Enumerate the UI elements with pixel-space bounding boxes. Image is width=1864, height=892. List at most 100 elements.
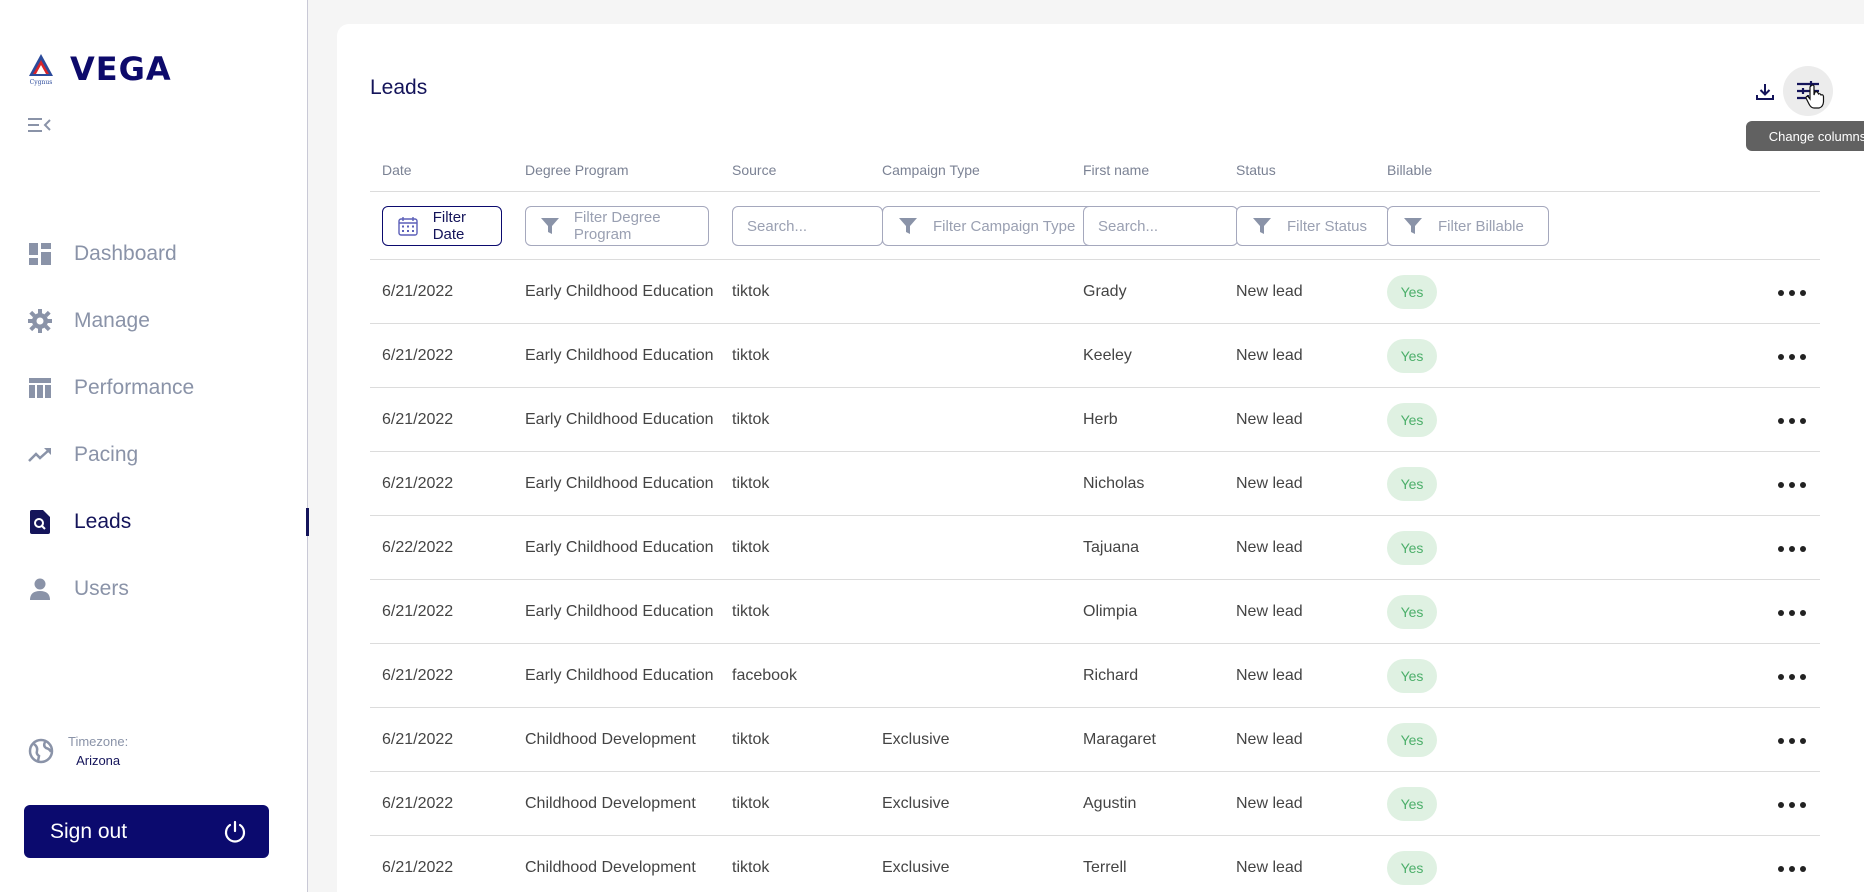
more-horizontal-icon <box>1776 475 1809 493</box>
filter-billable[interactable]: Filter Billable <box>1387 206 1549 246</box>
change-columns-button[interactable] <box>1783 66 1833 116</box>
table-row[interactable]: 6/21/2022 Early Childhood Education tikt… <box>370 452 1820 516</box>
sidebar-item-label: Dashboard <box>74 241 177 265</box>
column-header-date[interactable]: Date <box>382 162 412 178</box>
cell-degree-program: Early Childhood Education <box>525 603 714 620</box>
sign-out-button[interactable]: Sign out <box>24 805 269 858</box>
menu-collapse-icon <box>28 118 51 132</box>
table-row[interactable]: 6/21/2022 Early Childhood Education tikt… <box>370 260 1820 324</box>
cell-source: tiktok <box>732 411 770 428</box>
cell-date: 6/21/2022 <box>382 859 454 876</box>
source-search-input[interactable]: Search... <box>732 206 883 246</box>
billable-badge: Yes <box>1387 339 1437 373</box>
row-actions-button[interactable] <box>1774 406 1810 434</box>
sidebar-item-leads[interactable]: Leads <box>0 488 309 555</box>
column-header-degree-program[interactable]: Degree Program <box>525 162 629 178</box>
filter-funnel-icon <box>540 215 560 237</box>
table-body: 6/21/2022 Early Childhood Education tikt… <box>370 260 1820 892</box>
column-header-campaign-type[interactable]: Campaign Type <box>882 162 980 178</box>
row-actions-button[interactable] <box>1774 278 1810 306</box>
column-header-status[interactable]: Status <box>1236 162 1276 178</box>
billable-badge: Yes <box>1387 787 1437 821</box>
filter-campaign-type[interactable]: Filter Campaign Type <box>882 206 1094 246</box>
filter-degree-program[interactable]: Filter Degree Program <box>525 206 709 246</box>
more-horizontal-icon <box>1776 667 1809 685</box>
sign-out-label: Sign out <box>50 819 128 843</box>
sidebar-item-label: Performance <box>74 375 195 399</box>
more-horizontal-icon <box>1776 859 1809 877</box>
more-horizontal-icon <box>1776 347 1809 365</box>
filter-status[interactable]: Filter Status <box>1236 206 1389 246</box>
billable-badge: Yes <box>1387 723 1437 757</box>
table-row[interactable]: 6/22/2022 Early Childhood Education tikt… <box>370 516 1820 580</box>
column-header-source[interactable]: Source <box>732 162 776 178</box>
table-row[interactable]: 6/21/2022 Early Childhood Education tikt… <box>370 580 1820 644</box>
row-actions-button[interactable] <box>1774 662 1810 690</box>
sidebar-item-manage[interactable]: Manage <box>0 287 308 354</box>
filter-status-label: Filter Status <box>1287 217 1368 235</box>
cell-status: New lead <box>1236 539 1303 556</box>
cell-first-name: Herb <box>1083 411 1118 428</box>
sidebar-item-label: Leads <box>74 509 132 533</box>
cell-source: tiktok <box>732 603 770 620</box>
timezone-label: Timezone: <box>68 734 129 749</box>
sidebar-item-pacing[interactable]: Pacing <box>0 421 308 488</box>
table-row[interactable]: 6/21/2022 Early Childhood Education face… <box>370 644 1820 708</box>
calendar-icon <box>397 215 419 237</box>
row-actions-button[interactable] <box>1774 470 1810 498</box>
filter-date-button[interactable]: Filter Date <box>382 206 502 246</box>
cell-source: tiktok <box>732 475 770 492</box>
more-horizontal-icon <box>1776 283 1809 301</box>
first-name-search-input[interactable]: Search... <box>1083 206 1238 246</box>
sidebar-item-dashboard[interactable]: Dashboard <box>0 220 308 287</box>
row-actions-button[interactable] <box>1774 342 1810 370</box>
column-header-first-name[interactable]: First name <box>1083 162 1149 178</box>
cell-source: tiktok <box>732 283 770 300</box>
billable-badge: Yes <box>1387 851 1437 885</box>
table-row[interactable]: 6/21/2022 Early Childhood Education tikt… <box>370 388 1820 452</box>
cell-status: New lead <box>1236 603 1303 620</box>
table-header: Date Degree Program Source Campaign Type… <box>370 142 1820 192</box>
sidebar-item-performance[interactable]: Performance <box>0 354 308 421</box>
download-button[interactable] <box>1747 74 1783 110</box>
row-actions-button[interactable] <box>1774 598 1810 626</box>
sidebar-item-label: Users <box>74 576 129 600</box>
collapse-sidebar-button[interactable] <box>28 115 52 135</box>
table-row[interactable]: 6/21/2022 Childhood Development tiktok E… <box>370 708 1820 772</box>
first-name-search-placeholder: Search... <box>1098 217 1159 235</box>
leads-card: Leads Change columns Date Degree Program… <box>337 24 1864 892</box>
cell-status: New lead <box>1236 347 1303 364</box>
billable-badge: Yes <box>1387 467 1437 501</box>
table-row[interactable]: 6/21/2022 Childhood Development tiktok E… <box>370 772 1820 836</box>
dashboard-icon <box>28 242 52 266</box>
cell-degree-program: Early Childhood Education <box>525 283 714 300</box>
billable-badge: Yes <box>1387 595 1437 629</box>
cell-date: 6/21/2022 <box>382 475 454 492</box>
page-title: Leads <box>370 76 428 99</box>
cell-degree-program: Early Childhood Education <box>525 539 714 556</box>
column-header-billable[interactable]: Billable <box>1387 162 1432 178</box>
cell-status: New lead <box>1236 283 1303 300</box>
table-row[interactable]: 6/21/2022 Early Childhood Education tikt… <box>370 324 1820 388</box>
cell-status: New lead <box>1236 859 1303 876</box>
filter-campaign-type-label: Filter Campaign Type <box>933 217 1076 235</box>
source-search-placeholder: Search... <box>747 217 808 235</box>
row-actions-button[interactable] <box>1774 790 1810 818</box>
cell-first-name: Olimpia <box>1083 603 1138 620</box>
table-row[interactable]: 6/21/2022 Childhood Development tiktok E… <box>370 836 1820 892</box>
billable-badge: Yes <box>1387 659 1437 693</box>
cell-status: New lead <box>1236 667 1303 684</box>
row-actions-button[interactable] <box>1774 534 1810 562</box>
cell-status: New lead <box>1236 795 1303 812</box>
row-actions-button[interactable] <box>1774 854 1810 882</box>
leads-search-icon <box>28 509 52 534</box>
more-horizontal-icon <box>1776 539 1809 557</box>
table-icon <box>28 376 52 400</box>
more-horizontal-icon <box>1776 411 1809 429</box>
cell-date: 6/21/2022 <box>382 667 454 684</box>
cell-source: tiktok <box>732 539 770 556</box>
row-actions-button[interactable] <box>1774 726 1810 754</box>
cell-degree-program: Early Childhood Education <box>525 347 714 364</box>
brand: Cygnus VEGA <box>26 50 172 88</box>
sidebar-item-users[interactable]: Users <box>0 555 308 622</box>
